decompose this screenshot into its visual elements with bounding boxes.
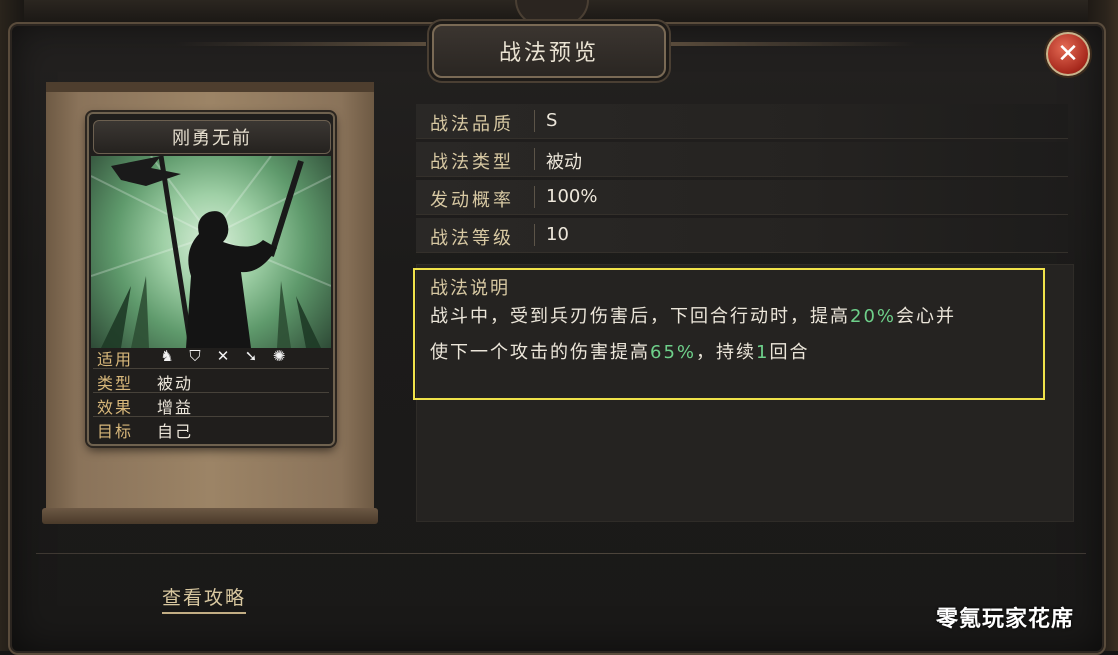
- scroll-bottom-rod: [42, 508, 378, 524]
- stat-key: 适用: [97, 350, 134, 369]
- stat-key: 效果: [97, 398, 134, 417]
- stat-row-effect: 效果 增益: [93, 392, 329, 417]
- skill-card-art: [91, 156, 331, 348]
- info-separator: [534, 224, 535, 246]
- scroll-top-rod: [46, 82, 374, 92]
- stat-key: 类型: [97, 374, 134, 393]
- warrior-silhouette-icon: [91, 156, 331, 348]
- crossbow-icon: ✕: [216, 347, 230, 365]
- info-separator: [534, 148, 535, 170]
- info-value: 100%: [546, 186, 598, 207]
- stat-value: 增益: [157, 398, 194, 417]
- close-icon: ✕: [1057, 39, 1079, 69]
- info-key: 战法品质: [430, 114, 514, 135]
- info-row-rate: 发动概率 100%: [416, 180, 1068, 215]
- cavalry-icon: ♞: [160, 347, 174, 365]
- window-title: 战法预览: [498, 41, 599, 66]
- view-guide-link[interactable]: 查看攻略: [162, 583, 247, 614]
- stat-value: 自己: [157, 422, 194, 441]
- info-key: 战法类型: [430, 152, 514, 173]
- wheel-icon: ✺: [272, 347, 286, 365]
- stat-row-type: 类型 被动: [93, 368, 329, 393]
- shield-icon: ⛉: [189, 347, 201, 365]
- info-value: S: [546, 110, 558, 131]
- skill-card-stats: 适用 ♞ ⛉ ✕ ➘ ✺ 类型 被动 效果 增益 目标 自己: [93, 344, 329, 441]
- description-highlight-frame: [413, 268, 1045, 400]
- title-plate: 战法预览: [432, 24, 666, 78]
- info-separator: [534, 110, 535, 132]
- info-row-level: 战法等级 10: [416, 218, 1068, 253]
- close-button[interactable]: ✕: [1046, 32, 1090, 76]
- troop-type-icons: ♞ ⛉ ✕ ➘ ✺: [157, 346, 289, 366]
- info-key: 战法等级: [430, 228, 514, 249]
- spear-icon: ➘: [244, 347, 258, 365]
- stat-key: 目标: [97, 422, 134, 441]
- info-row-quality: 战法品质 S: [416, 104, 1068, 139]
- footer-divider: [36, 553, 1086, 554]
- skill-card: 刚勇无前 适用 ♞ ⛉ ✕ ➘ ✺ 类型 被动 效果 增益 目标 自己: [87, 112, 335, 446]
- title-wing-left: [176, 42, 426, 46]
- info-separator: [534, 186, 535, 208]
- info-value: 被动: [546, 152, 582, 173]
- title-wing-right: [666, 42, 916, 46]
- stat-row-applicable: 适用 ♞ ⛉ ✕ ➘ ✺: [93, 344, 329, 369]
- stat-value: 被动: [157, 374, 194, 393]
- info-value: 10: [546, 224, 569, 245]
- stat-row-target: 目标 自己: [93, 416, 329, 441]
- info-row-type: 战法类型 被动: [416, 142, 1068, 177]
- watermark-text: 零氪玩家花席: [936, 607, 1075, 632]
- info-key: 发动概率: [430, 190, 514, 211]
- skill-card-name: 刚勇无前: [93, 120, 331, 154]
